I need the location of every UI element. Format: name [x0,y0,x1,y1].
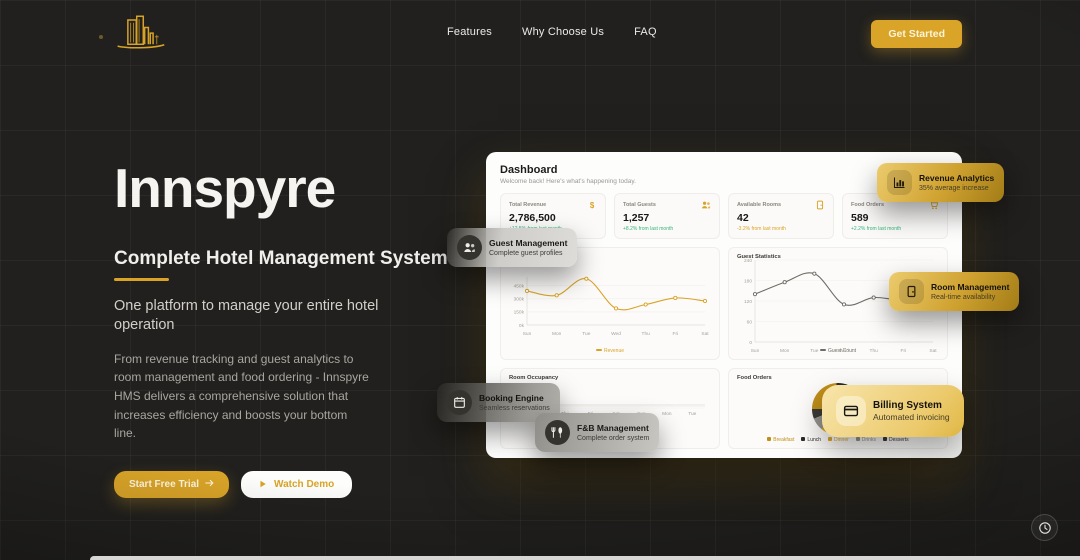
stat-value: 1,257 [623,212,711,224]
chart-legend: Revenue [509,346,711,355]
stat-value: 42 [737,212,825,224]
svg-text:0: 0 [749,340,752,346]
badge-title: F&B Management [577,423,649,433]
feature-badge-fnb-management[interactable]: F&B Management Complete order system [535,413,659,452]
credit-card-icon [843,403,859,419]
stat-label: Total Guests [623,202,656,208]
get-started-button[interactable]: Get Started [871,20,962,48]
clock-icon [1038,521,1052,535]
header: Features Why Choose Us FAQ Get Started [0,0,1080,66]
svg-text:240: 240 [744,258,752,264]
page-title: Innspyre [114,160,459,218]
badge-title: Room Management [931,282,1009,292]
calendar-icon [453,396,466,409]
stat-value: 589 [851,212,939,224]
badge-subtitle: Seamless reservations [479,405,550,412]
next-section-edge [90,556,1080,560]
watch-demo-label: Watch Demo [274,479,334,490]
svg-text:Tue: Tue [810,348,818,354]
badge-title: Guest Management [489,238,567,248]
svg-text:0k: 0k [519,323,525,329]
svg-text:450k: 450k [514,284,525,290]
badge-title: Revenue Analytics [919,173,994,183]
panel-title: Food Orders [737,375,939,383]
hero-tagline: One platform to manage your entire hotel… [114,297,404,336]
svg-text:Mon: Mon [780,348,790,354]
stat-label: Food Orders [851,202,884,208]
svg-text:Wed: Wed [611,331,621,337]
svg-text:Sat: Sat [929,348,937,354]
feature-badge-guest-management[interactable]: Guest Management Complete guest profiles [447,228,577,267]
chart-bar-icon [893,176,906,189]
stat-label: Total Revenue [509,202,546,208]
stat-card-available-rooms: Available Rooms 42 -3.2% from last month [728,193,834,239]
svg-text:Thu: Thu [642,331,651,337]
feature-badge-billing-system[interactable]: Billing System Automated invoicing [822,385,964,437]
svg-text:Mon: Mon [662,411,672,417]
arrow-right-icon [205,479,214,490]
svg-text:150k: 150k [514,310,525,316]
hero-buttons: Start Free Trial Watch Demo [114,471,459,498]
door-icon [905,285,918,298]
theme-toggle-button[interactable] [1031,514,1058,541]
svg-text:120: 120 [744,299,752,305]
hero-subtitle: Complete Hotel Management System [114,248,459,270]
svg-text:Fri: Fri [673,331,679,337]
main-nav: Features Why Choose Us FAQ [447,26,657,38]
badge-title: Booking Engine [479,393,550,403]
svg-text:Mon: Mon [552,331,562,337]
svg-text:Wed: Wed [839,348,849,354]
feature-badge-room-management[interactable]: Room Management Real-time availability [889,272,1019,311]
users-icon [701,200,711,210]
svg-text:Sun: Sun [523,331,532,337]
svg-text:Tue: Tue [582,331,590,337]
start-free-trial-label: Start Free Trial [129,479,199,490]
feature-badge-revenue-analytics[interactable]: Revenue Analytics 35% average increase [877,163,1004,202]
nav-item-why-choose-us[interactable]: Why Choose Us [522,26,604,38]
watch-demo-button[interactable]: Watch Demo [241,471,352,498]
svg-text:$: $ [590,201,595,210]
badge-subtitle: Real-time availability [931,294,1009,301]
stat-label: Available Rooms [737,202,781,208]
stat-delta: -3.2% from last month [737,226,825,232]
svg-text:180: 180 [744,278,752,284]
panel-title: Room Occupancy [509,375,711,383]
badge-subtitle: Complete guest profiles [489,250,567,257]
accent-underline [114,278,169,281]
stat-card-total-guests: Total Guests 1,257 +8.2% from last month [614,193,720,239]
svg-text:Sun: Sun [751,348,760,354]
nav-item-faq[interactable]: FAQ [634,26,657,38]
decorative-dot [99,35,103,39]
utensils-icon [551,426,564,439]
logo-buildings-icon[interactable] [112,14,168,54]
hero-section: Innspyre Complete Hotel Management Syste… [114,160,459,498]
hero-description: From revenue tracking and guest analytic… [114,350,372,443]
users-icon [463,241,476,254]
badge-subtitle: Automated invoicing [873,412,950,422]
play-icon [259,480,267,488]
svg-text:Fri: Fri [901,348,907,354]
dollar-icon: $ [587,200,597,210]
stat-delta: +2.2% from last month [851,226,939,232]
svg-text:Thu: Thu [870,348,879,354]
svg-text:Tue: Tue [688,411,696,417]
page-background: Features Why Choose Us FAQ Get Started I… [0,0,1080,560]
badge-title: Billing System [873,400,950,411]
revenue-line-chart: 0k 150k 300k 450k Sun Mon Tue Wed Thu Fri Sat [509,262,711,346]
badge-subtitle: 35% average increase [919,185,994,192]
svg-text:300k: 300k [514,297,525,303]
door-icon [815,200,825,210]
svg-text:Sat: Sat [701,331,709,337]
badge-subtitle: Complete order system [577,435,649,442]
nav-item-features[interactable]: Features [447,26,492,38]
stat-value: 2,786,500 [509,212,597,224]
svg-text:60: 60 [747,319,753,325]
stat-delta: +8.2% from last month [623,226,711,232]
start-free-trial-button[interactable]: Start Free Trial [114,471,229,498]
